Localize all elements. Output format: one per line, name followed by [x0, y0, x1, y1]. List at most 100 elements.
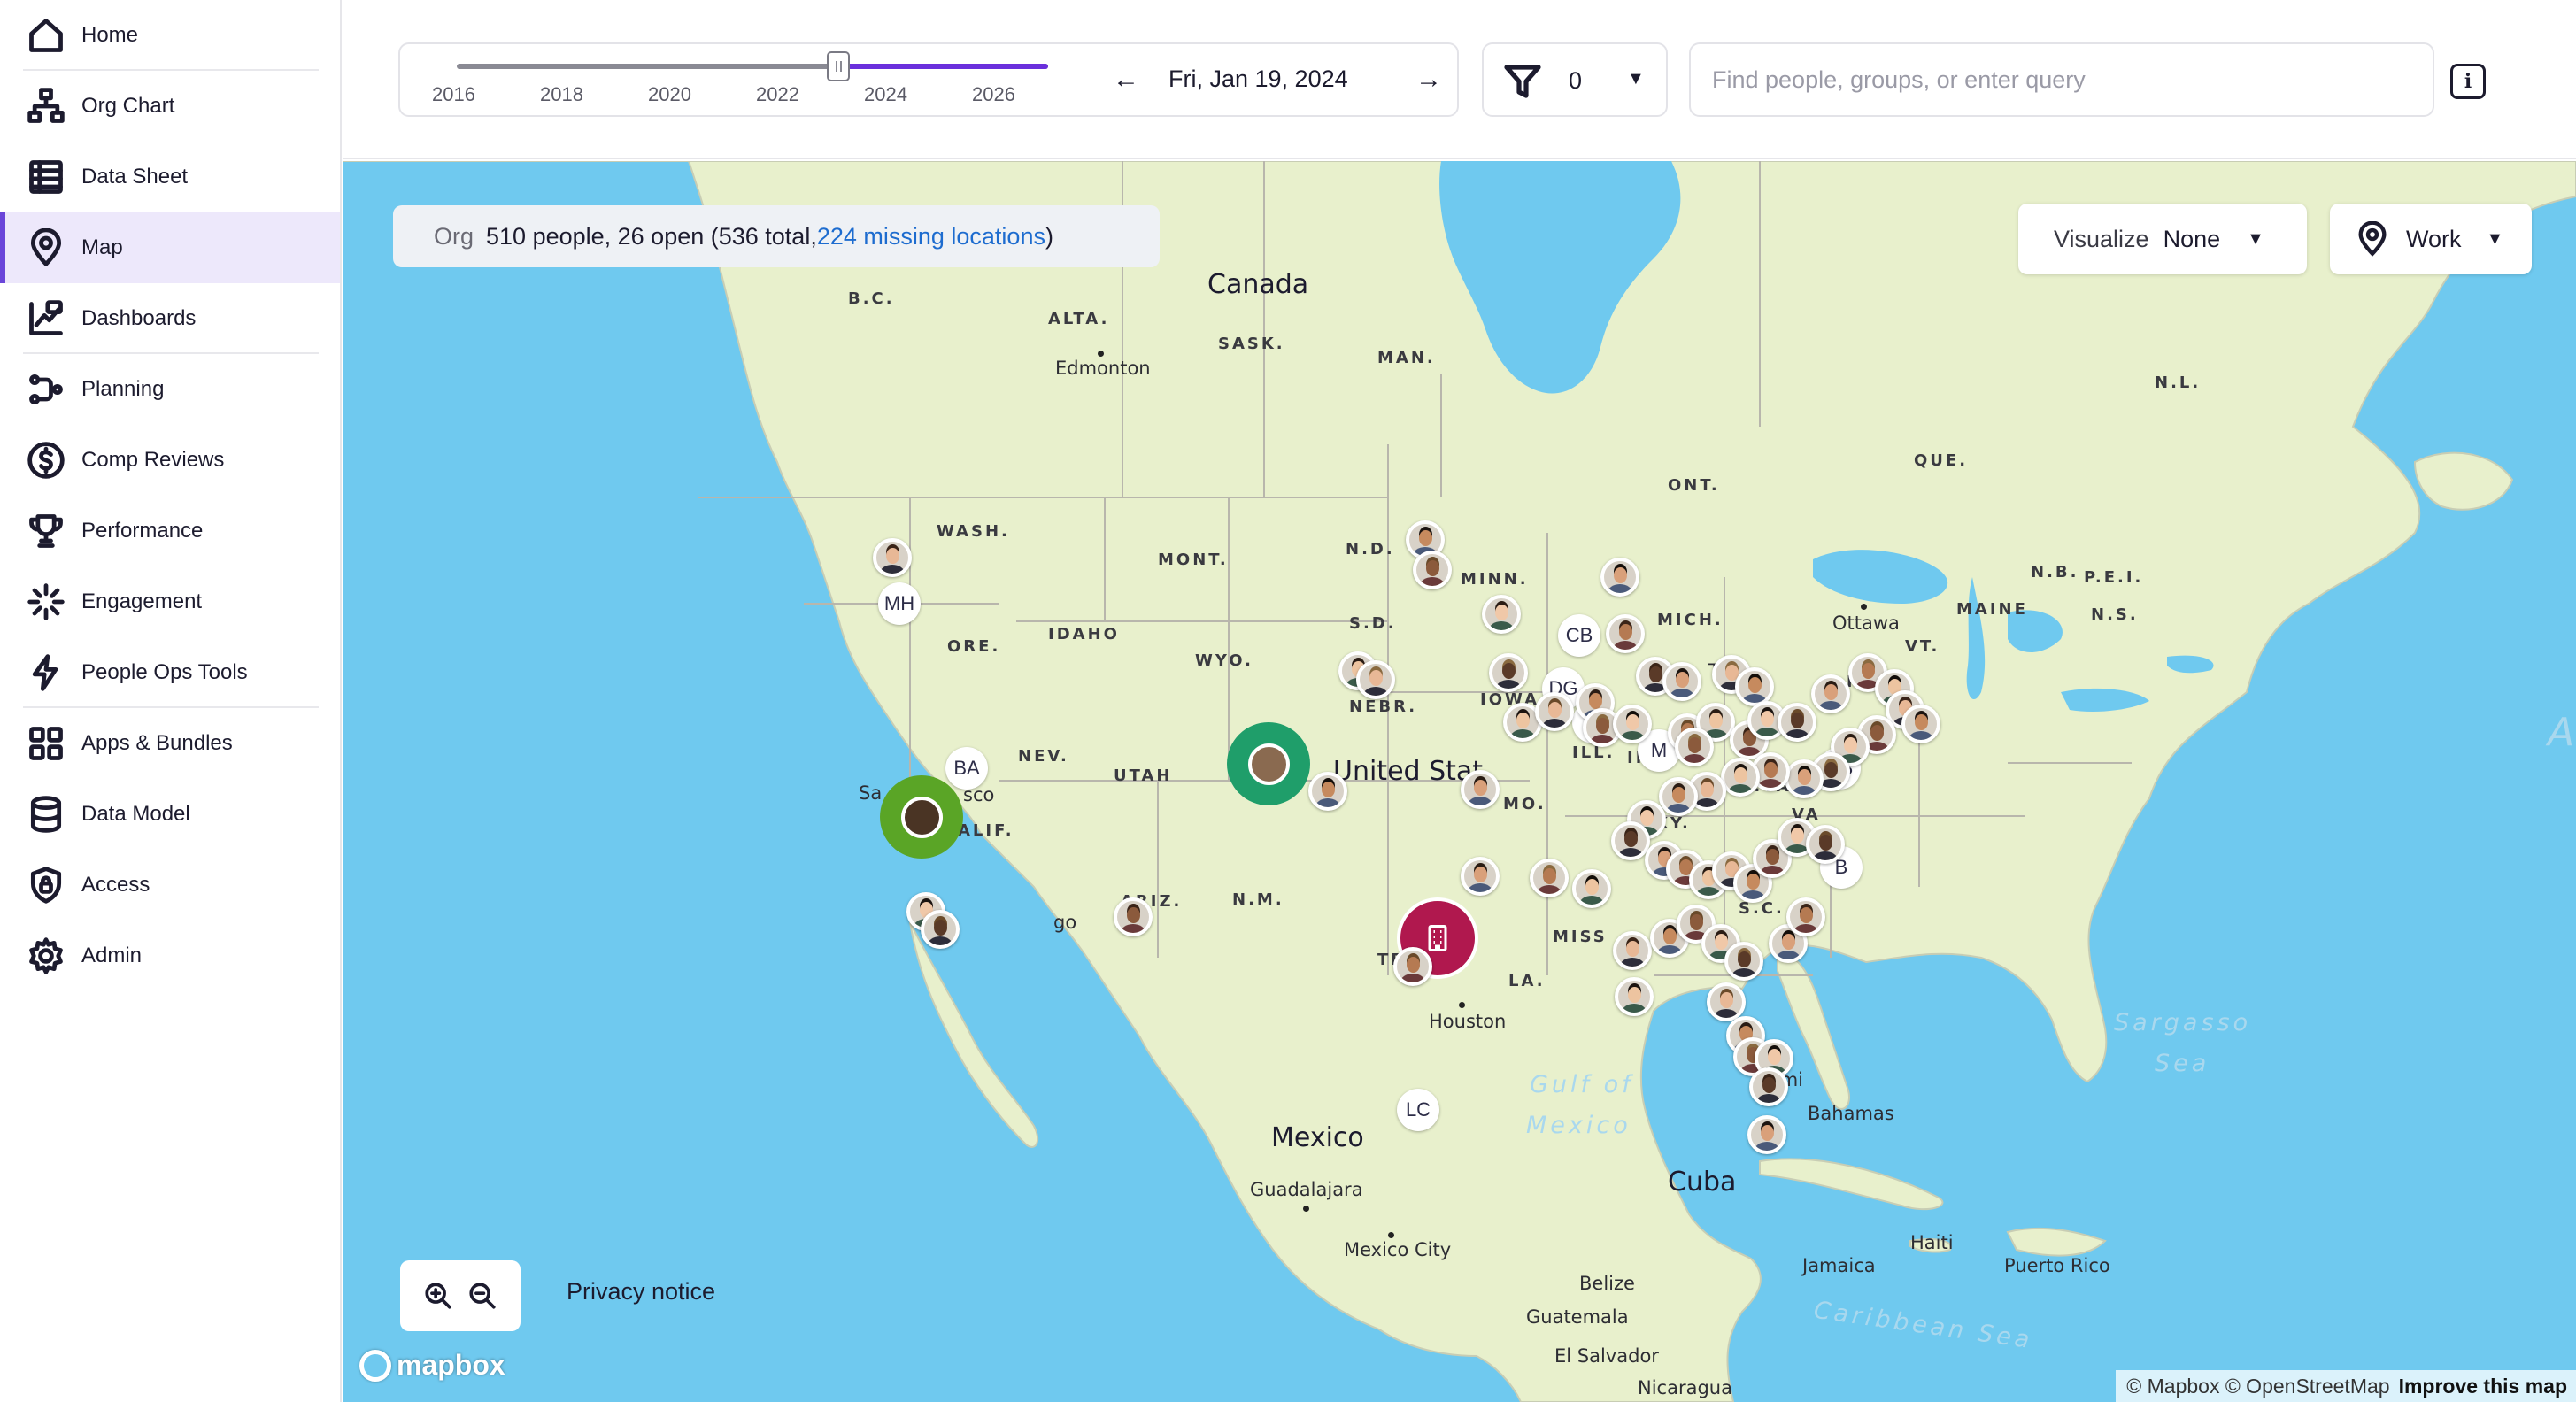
person-avatar-marker[interactable] — [1482, 595, 1521, 634]
missing-locations-link[interactable]: 224 missing locations — [817, 223, 1045, 250]
sidebar-item-data-sheet[interactable]: Data Sheet — [0, 142, 340, 212]
person-avatar-marker[interactable] — [1308, 772, 1347, 811]
person-avatar-marker[interactable] — [1747, 1115, 1786, 1154]
map-canvas[interactable]: Canada United Stat Mexico Cuba B.C. ALTA… — [343, 161, 2576, 1402]
person-avatar-marker[interactable] — [1613, 705, 1652, 743]
avatar-face — [1862, 663, 1875, 679]
map-label-province: MAN. — [1377, 349, 1436, 367]
visualize-dropdown[interactable]: Visualize None ▼ — [2018, 204, 2307, 274]
avatar-face — [1819, 835, 1832, 851]
person-avatar-marker[interactable] — [1785, 759, 1824, 798]
person-avatar-marker[interactable] — [1606, 614, 1645, 653]
person-initials-marker[interactable]: LC — [1397, 1089, 1439, 1131]
person-avatar-marker[interactable] — [1613, 931, 1652, 970]
sidebar-item-planning[interactable]: Planning — [0, 354, 340, 425]
slider-handle[interactable] — [827, 51, 850, 81]
map-label-city: El Salvador — [1554, 1345, 1659, 1367]
person-avatar-marker[interactable] — [1489, 653, 1528, 692]
person-avatar-marker[interactable] — [1535, 692, 1574, 731]
attribution-text[interactable]: © Mapbox © OpenStreetMap — [2126, 1375, 2389, 1398]
sidebar-item-dashboards[interactable]: Dashboards — [0, 283, 340, 354]
map-label-state: ORE. — [947, 637, 1001, 656]
person-avatar-marker[interactable] — [873, 538, 912, 577]
arrow-left-icon[interactable]: ← — [1108, 62, 1144, 97]
map-label-city: Guadalajara — [1250, 1179, 1363, 1200]
person-initials-marker[interactable]: BA — [945, 747, 988, 790]
map-label-state: MO. — [1503, 795, 1546, 813]
person-avatar-marker[interactable] — [1572, 869, 1611, 908]
sidebar-item-admin[interactable]: Admin — [0, 921, 340, 991]
person-avatar-marker[interactable] — [1901, 705, 1940, 743]
person-initials-marker[interactable]: CB — [1558, 614, 1600, 657]
person-avatar-marker[interactable] — [1662, 662, 1701, 701]
privacy-notice-link[interactable]: Privacy notice — [567, 1278, 715, 1306]
person-avatar-marker[interactable] — [1461, 857, 1500, 896]
trophy-icon — [25, 510, 67, 552]
sidebar: Home Org Chart Data Sheet Map Dashboards… — [0, 0, 342, 1402]
location-cluster-marker[interactable] — [880, 775, 963, 859]
map-label-water: Sargasso — [2114, 1009, 2252, 1036]
person-avatar-marker[interactable] — [921, 910, 960, 949]
avatar-face — [1585, 879, 1599, 895]
person-avatar-marker[interactable] — [1786, 897, 1825, 936]
location-mode-dropdown[interactable]: Work ▼ — [2330, 204, 2532, 274]
filter-button[interactable]: 0 ▼ — [1482, 42, 1668, 117]
location-cluster-marker[interactable] — [1227, 722, 1310, 805]
sidebar-item-apps-bundles[interactable]: Apps & Bundles — [0, 708, 340, 779]
top-toolbar: 2016 2018 2020 2022 2024 2026 ← Fri, Jan… — [343, 0, 2576, 159]
person-avatar-marker[interactable] — [1724, 942, 1763, 981]
person-avatar-marker[interactable] — [1114, 897, 1153, 936]
person-avatar-marker[interactable] — [1600, 558, 1639, 597]
map-label-state: MISS — [1553, 928, 1608, 946]
sidebar-item-performance[interactable]: Performance — [0, 496, 340, 566]
sidebar-item-map[interactable]: Map — [0, 212, 340, 283]
person-avatar-marker[interactable] — [1659, 777, 1698, 816]
avatar-face — [1738, 951, 1751, 967]
person-avatar-marker[interactable] — [1707, 982, 1746, 1021]
avatar-face — [1764, 762, 1778, 778]
mapbox-logo[interactable]: mapbox — [359, 1349, 505, 1382]
zoom-out-icon[interactable] — [467, 1281, 497, 1311]
location-pin-icon — [25, 227, 67, 269]
arrow-right-icon[interactable]: → — [1411, 62, 1446, 97]
info-icon[interactable]: i — [2450, 64, 2486, 99]
avatar-face — [1619, 624, 1632, 640]
map-label-province: N.B. — [2031, 563, 2079, 582]
sidebar-item-label: Data Sheet — [81, 165, 189, 189]
sidebar-item-people-ops-tools[interactable]: People Ops Tools — [0, 637, 340, 708]
person-avatar-marker[interactable] — [1721, 758, 1760, 797]
sidebar-item-engagement[interactable]: Engagement — [0, 566, 340, 637]
map-label-province: P.E.I. — [2084, 568, 2144, 587]
filter-count: 0 — [1569, 67, 1583, 94]
current-date[interactable]: Fri, Jan 19, 2024 — [1168, 65, 1348, 93]
building-icon — [1428, 925, 1447, 951]
home-icon — [25, 14, 67, 57]
person-avatar-marker[interactable] — [1675, 728, 1714, 766]
map-label-state: MICH. — [1657, 611, 1724, 629]
search-input[interactable] — [1689, 42, 2434, 117]
person-avatar-marker[interactable] — [1356, 660, 1395, 699]
sidebar-item-comp-reviews[interactable]: Comp Reviews — [0, 425, 340, 496]
person-initials-marker[interactable]: MH — [878, 582, 921, 625]
sidebar-item-access[interactable]: Access — [0, 850, 340, 921]
person-avatar-marker[interactable] — [1530, 859, 1569, 897]
person-avatar-marker[interactable] — [1393, 947, 1432, 986]
sidebar-item-data-model[interactable]: Data Model — [0, 779, 340, 850]
person-avatar-marker[interactable] — [1749, 1067, 1788, 1106]
person-avatar-marker[interactable] — [1611, 821, 1650, 860]
sparkle-burst-icon — [25, 581, 67, 623]
sidebar-item-org-chart[interactable]: Org Chart — [0, 71, 340, 142]
dollar-icon — [25, 439, 67, 481]
person-avatar-marker[interactable] — [1615, 977, 1654, 1016]
person-avatar-marker[interactable] — [1413, 551, 1452, 589]
sidebar-item-home[interactable]: Home — [0, 0, 340, 71]
improve-map-link[interactable]: Improve this map — [2399, 1375, 2567, 1398]
avatar-face — [1474, 867, 1487, 882]
zoom-in-icon[interactable] — [423, 1281, 453, 1311]
person-avatar-marker[interactable] — [1461, 770, 1500, 809]
map-label-province: N.L. — [2155, 374, 2202, 392]
person-avatar-marker[interactable] — [1811, 674, 1850, 713]
person-avatar-marker[interactable] — [1778, 703, 1816, 742]
avatar-face — [1720, 992, 1733, 1008]
person-avatar-marker[interactable] — [1806, 825, 1845, 864]
